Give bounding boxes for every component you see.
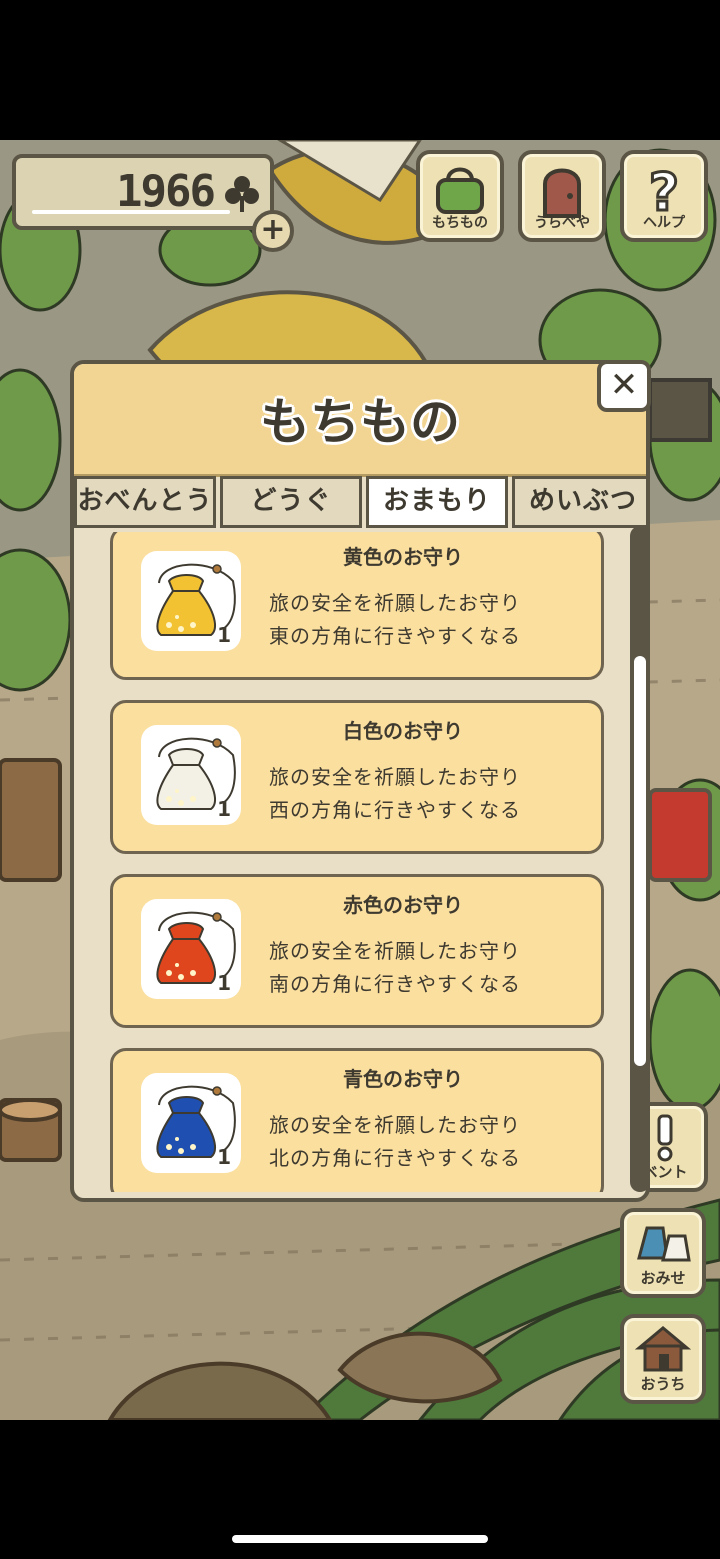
bag-icon xyxy=(436,167,484,214)
charm-thumbnail: 1 xyxy=(141,551,241,651)
item-quantity: 1 xyxy=(217,1145,231,1169)
close-button[interactable]: ✕ xyxy=(597,360,651,412)
item-description-line: 東の方角に行きやすくなる xyxy=(269,624,521,648)
door-icon xyxy=(543,168,581,218)
item-quantity: 1 xyxy=(217,797,231,821)
tab-bento[interactable]: おべんとう xyxy=(74,476,216,528)
home-indicator[interactable] xyxy=(232,1535,488,1543)
shop-button[interactable]: おみせ xyxy=(620,1208,706,1298)
charm-thumbnail: 1 xyxy=(141,899,241,999)
tab-specialties[interactable]: めいぶつ xyxy=(512,476,646,528)
charm-thumbnail: 1 xyxy=(141,725,241,825)
item-name: 白色のお守り xyxy=(343,719,463,743)
item-description-line: 北の方角に行きやすくなる xyxy=(269,1146,521,1170)
inventory-modal: もちもの おべんとう どうぐ おまもり めいぶつ 1 黄色のお守り旅の安全を祈願し… xyxy=(70,360,650,1202)
item-description-line: 旅の安全を祈願したお守り xyxy=(269,1113,521,1137)
charm-thumbnail: 1 xyxy=(141,1073,241,1173)
house-icon xyxy=(634,1326,692,1372)
home-button[interactable]: おうち xyxy=(620,1314,706,1404)
item-description: 旅の安全を祈願したお守り 東の方角に行きやすくなる xyxy=(269,587,521,653)
clover-icon xyxy=(225,176,259,212)
back-room-button[interactable]: うらべや xyxy=(518,150,606,242)
item-description: 旅の安全を祈願したお守り 南の方角に行きやすくなる xyxy=(269,935,521,1001)
tab-tools[interactable]: どうぐ xyxy=(220,476,362,528)
item-description-line: 旅の安全を祈願したお守り xyxy=(269,591,521,615)
item-list[interactable]: 1 黄色のお守り 旅の安全を祈願したお守り 東の方角に行きやすくなる 1 白色のお守り 旅の… xyxy=(110,532,606,1192)
shop-button-label: おみせ xyxy=(640,1269,686,1287)
item-name: 青色のお守り xyxy=(343,1067,463,1091)
item-name: 黄色のお守り xyxy=(343,545,463,569)
item-description: 旅の安全を祈願したお守り 西の方角に行きやすくなる xyxy=(269,761,521,827)
add-clover-button[interactable]: + xyxy=(252,210,294,252)
charm-item-card[interactable]: 1 赤色のお守り旅の安全を祈願したお守り 南の方角に行きやすくなる xyxy=(110,874,604,1028)
inventory-button[interactable]: もちもの xyxy=(416,150,504,242)
help-button[interactable]: ? ヘルプ xyxy=(620,150,708,242)
modal-header: もちもの xyxy=(74,364,646,477)
exclamation-icon xyxy=(657,1114,673,1162)
scrollbar-thumb[interactable] xyxy=(634,656,646,1066)
item-description-line: 南の方角に行きやすくなる xyxy=(269,972,521,996)
charm-item-card[interactable]: 1 黄色のお守り旅の安全を祈願したお守り 東の方角に行きやすくなる xyxy=(110,532,604,680)
charm-item-card[interactable]: 1 白色のお守り旅の安全を祈願したお守り 西の方角に行きやすくなる xyxy=(110,700,604,854)
inventory-button-label: もちもの xyxy=(432,215,488,231)
charm-item-card[interactable]: 1 青色のお守り旅の安全を祈願したお守り 北の方角に行きやすくなる xyxy=(110,1048,604,1192)
scrollbar[interactable] xyxy=(630,526,650,1192)
game-scene: 1966 + もちもの うらべや ? ヘルプ ベント おみせ おうち もちもの … xyxy=(0,140,720,1420)
clover-counter: 1966 xyxy=(12,154,274,230)
tab-charms[interactable]: おまもり xyxy=(366,476,508,528)
item-quantity: 1 xyxy=(217,971,231,995)
back-room-button-label: うらべや xyxy=(534,215,590,231)
item-name: 赤色のお守り xyxy=(343,893,463,917)
question-icon: ? xyxy=(647,162,680,218)
item-description-line: 旅の安全を祈願したお守り xyxy=(269,765,521,789)
modal-title: もちもの xyxy=(260,393,460,451)
item-description: 旅の安全を祈願したお守り 北の方角に行きやすくなる xyxy=(269,1109,521,1175)
item-quantity: 1 xyxy=(217,623,231,647)
tab-bar: おべんとう どうぐ おまもり めいぶつ xyxy=(74,476,646,528)
help-button-label: ヘルプ xyxy=(643,215,685,231)
item-description-line: 西の方角に行きやすくなる xyxy=(269,798,521,822)
item-description-line: 旅の安全を祈願したお守り xyxy=(269,939,521,963)
svg-text:?: ? xyxy=(649,163,679,218)
home-button-label: おうち xyxy=(640,1375,686,1393)
clover-bar xyxy=(32,210,230,214)
shop-bags-icon xyxy=(637,1226,691,1262)
